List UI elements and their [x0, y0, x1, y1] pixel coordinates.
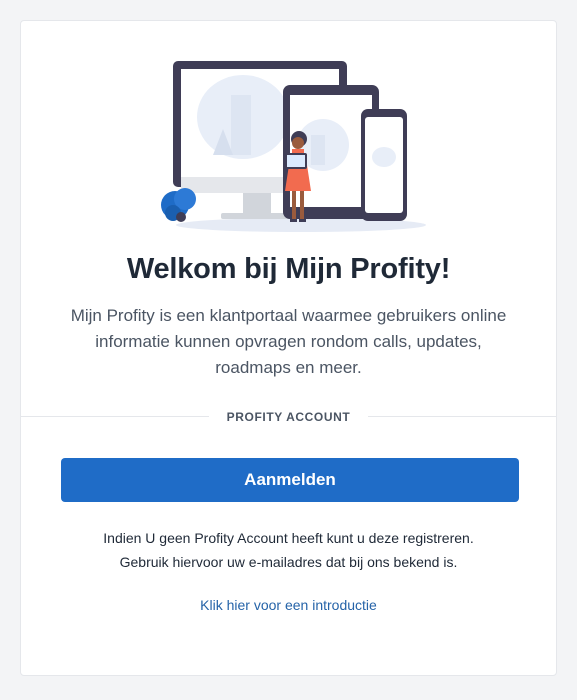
section-label: PROFITY ACCOUNT	[21, 408, 556, 426]
devices-illustration	[161, 61, 426, 232]
registration-info-line: Indien U geen Profity Account heeft kunt…	[103, 530, 474, 546]
page-description: Mijn Profity is een klantportaal waarmee…	[70, 306, 507, 377]
section-label-text: PROFITY ACCOUNT	[208, 410, 369, 424]
page-title: Welkom bij Mijn Profity!	[126, 253, 451, 285]
intro-link[interactable]: Klik hier voor een introductie	[21, 597, 556, 613]
registration-info: Indien U geen Profity Account heeft kunt…	[41, 526, 536, 574]
login-button[interactable]: Aanmelden	[61, 458, 519, 502]
registration-info-line: Gebruik hiervoor uw e-mailadres dat bij …	[119, 554, 458, 570]
welcome-card: Welkom bij Mijn Profity! Mijn Profity is…	[20, 20, 557, 676]
